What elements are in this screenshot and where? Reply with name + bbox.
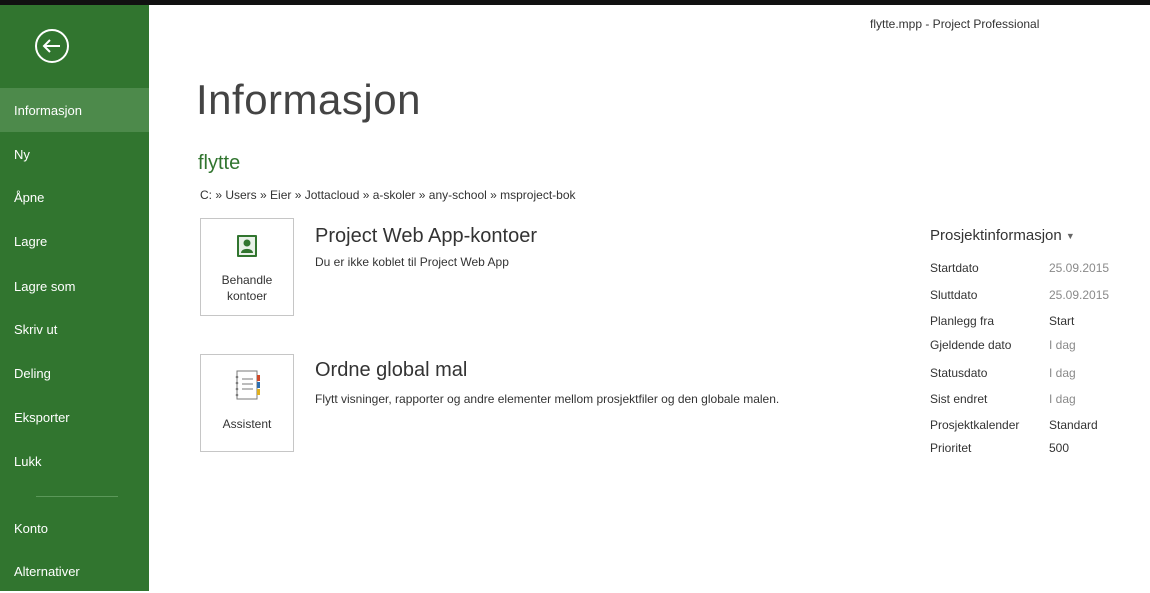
organizer-label: Assistent: [222, 417, 272, 431]
nav-item-label: Lagre som: [14, 278, 76, 294]
file-path-breadcrumb[interactable]: C: » Users » Eier » Jottacloud » a-skole…: [200, 188, 576, 202]
prop-label-prioritet: Prioritet: [930, 441, 972, 455]
back-arrow-icon: [35, 29, 69, 63]
nav-item-label: Skriv ut: [14, 321, 58, 337]
prop-label-startdato: Startdato: [930, 261, 979, 275]
nav-item-label: Alternativer: [14, 563, 80, 579]
prop-value-planlegg-fra[interactable]: Start: [1049, 314, 1074, 328]
nav-item-label: Lukk: [14, 453, 42, 469]
nav-item-lagre-som[interactable]: Lagre som: [0, 264, 149, 308]
nav-item-konto[interactable]: Konto: [0, 506, 149, 550]
project-info-title: Prosjektinformasjon: [930, 227, 1062, 244]
pwa-accounts-description: Du er ikke koblet til Project Web App: [315, 255, 509, 269]
nav-item-eksporter[interactable]: Eksporter: [0, 395, 149, 439]
nav-item-lagre[interactable]: Lagre: [0, 219, 149, 263]
nav-item-label: Ny: [14, 146, 30, 162]
prop-label-sluttdato: Sluttdato: [930, 288, 978, 302]
nav-item-label: Åpne: [14, 189, 45, 205]
backstage-sidebar: Informasjon Ny Åpne Lagre Lagre som Skri…: [0, 5, 149, 591]
window-title: flytte.mpp - Project Professional: [870, 17, 1040, 31]
nav-item-skriv-ut[interactable]: Skriv ut: [0, 307, 149, 351]
organizer-button[interactable]: Assistent: [200, 354, 294, 452]
page-title: Informasjon: [196, 76, 421, 123]
nav-item-label: Konto: [14, 520, 48, 536]
manage-accounts-label: Behandle kontoer: [221, 273, 273, 303]
prop-label-prosjektkalender: Prosjektkalender: [930, 418, 1020, 432]
prop-label-statusdato: Statusdato: [930, 366, 988, 380]
pwa-accounts-heading: Project Web App-kontoer: [315, 225, 537, 247]
nav-item-alternativer[interactable]: Alternativer: [0, 549, 149, 593]
prop-value-sist-endret: I dag: [1049, 392, 1076, 406]
nav-item-ny[interactable]: Ny: [0, 132, 149, 176]
prop-value-gjeldende-dato[interactable]: I dag: [1049, 338, 1076, 352]
sidebar-divider: [36, 496, 118, 497]
nav-item-label: Eksporter: [14, 409, 70, 425]
prop-label-planlegg-fra: Planlegg fra: [930, 314, 995, 328]
nav-item-informasjon[interactable]: Informasjon: [0, 88, 149, 132]
file-name: flytte: [198, 152, 241, 174]
nav-item-label: Informasjon: [14, 102, 82, 118]
prop-value-startdato[interactable]: 25.09.2015: [1049, 261, 1109, 275]
nav-item-label: Deling: [14, 365, 51, 381]
global-template-heading: Ordne global mal: [315, 359, 468, 381]
prop-label-gjeldende-dato: Gjeldende dato: [930, 338, 1012, 352]
global-template-description: Flytt visninger, rapporter og andre elem…: [315, 392, 780, 406]
prop-label-sist-endret: Sist endret: [930, 392, 988, 406]
window-top-border: [0, 0, 1150, 5]
back-button[interactable]: [33, 27, 71, 65]
prop-value-prosjektkalender[interactable]: Standard: [1049, 418, 1098, 432]
prop-value-statusdato[interactable]: I dag: [1049, 366, 1076, 380]
notebook-icon: [201, 369, 293, 401]
nav-item-lukk[interactable]: Lukk: [0, 439, 149, 483]
prop-value-prioritet[interactable]: 500: [1049, 441, 1069, 455]
nav-item-apne[interactable]: Åpne: [0, 175, 149, 219]
project-info-dropdown[interactable]: Prosjektinformasjon ▼: [930, 227, 1075, 244]
nav-item-label: Lagre: [14, 233, 48, 249]
manage-accounts-button[interactable]: Behandle kontoer: [200, 218, 294, 316]
caret-down-icon: ▼: [1065, 231, 1075, 242]
nav-item-deling[interactable]: Deling: [0, 351, 149, 395]
prop-value-sluttdato[interactable]: 25.09.2015: [1049, 288, 1109, 302]
contact-card-icon: [201, 233, 293, 259]
